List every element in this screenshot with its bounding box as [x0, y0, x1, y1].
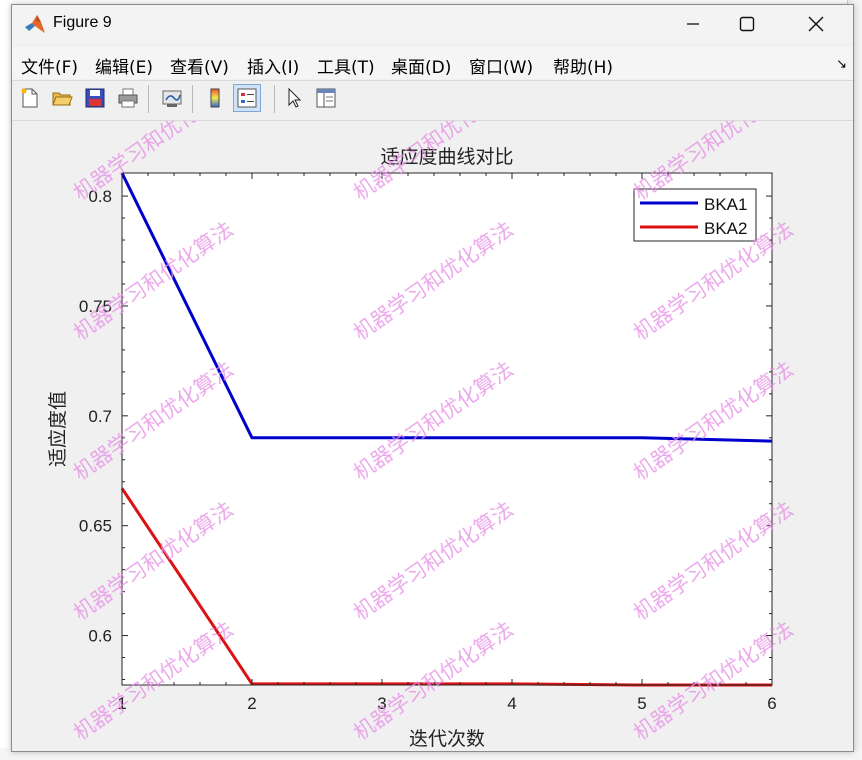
- title-bar[interactable]: Figure 9: [12, 5, 853, 43]
- window-title: Figure 9: [53, 14, 112, 31]
- minimize-button[interactable]: [670, 5, 716, 43]
- toolbar-separator: [148, 85, 149, 113]
- x-tick-label: 6: [767, 694, 776, 713]
- menu-tools[interactable]: 工具(T): [317, 53, 375, 78]
- menu-view[interactable]: 查看(V): [170, 53, 229, 78]
- print-button[interactable]: [114, 84, 142, 112]
- toolbar: [12, 81, 853, 119]
- maximize-icon: [739, 16, 755, 32]
- figure-window: Figure 9 文件(F) 编辑(E) 查看(V) 插入(I) 工具(T) 桌…: [11, 4, 854, 752]
- y-axis-label: 适应度值: [47, 391, 69, 467]
- save-icon: [85, 88, 105, 108]
- close-button[interactable]: [793, 5, 839, 43]
- property-inspector-button[interactable]: [312, 84, 340, 112]
- toolbar-separator: [192, 85, 193, 113]
- print-icon: [118, 88, 138, 108]
- figure-canvas: 1 2 3 4 5 6 0.6 0.65 0.7 0.75 0.8 适应度曲线对比 迭代次数 适应度…: [12, 77, 853, 751]
- new-figure-button[interactable]: [16, 84, 44, 112]
- legend-button[interactable]: [233, 84, 261, 112]
- plot-area: [122, 173, 772, 685]
- y-tick-label: 0.65: [79, 517, 112, 536]
- colorbar-icon: [210, 88, 220, 108]
- pointer-icon: [288, 87, 302, 108]
- open-file-button[interactable]: [48, 84, 76, 112]
- link-plot-button[interactable]: [158, 84, 186, 112]
- dock-arrow-icon[interactable]: ↘: [836, 57, 847, 72]
- menu-file[interactable]: 文件(F): [21, 53, 78, 78]
- save-button[interactable]: [81, 84, 109, 112]
- link-plot-icon: [162, 90, 182, 107]
- y-tick-label: 0.6: [88, 627, 112, 646]
- toolbar-separator: [274, 85, 275, 113]
- menu-desktop[interactable]: 桌面(D): [391, 53, 451, 78]
- menu-edit[interactable]: 编辑(E): [95, 53, 153, 78]
- x-tick-label: 4: [507, 694, 516, 713]
- chart: 1 2 3 4 5 60.60.650.70.750.8 适应度曲线对比 迭代次数 适应度…: [47, 77, 798, 750]
- open-file-icon: [52, 92, 73, 106]
- x-tick-label: 2: [247, 694, 256, 713]
- legend-label-bka2: BKA2: [704, 219, 747, 238]
- y-tick-label: 0.7: [88, 407, 112, 426]
- matlab-logo-icon: [25, 15, 45, 33]
- colorbar-button[interactable]: [201, 84, 229, 112]
- maximize-button[interactable]: [724, 5, 770, 43]
- menu-window[interactable]: 窗口(W): [469, 53, 533, 78]
- pointer-button[interactable]: [280, 84, 308, 112]
- legend-label-bka1: BKA1: [704, 195, 747, 214]
- legend-icon: [237, 88, 257, 108]
- menu-insert[interactable]: 插入(I): [247, 53, 299, 78]
- x-axis-label: 迭代次数: [409, 728, 485, 750]
- menu-bar: 文件(F) 编辑(E) 查看(V) 插入(I) 工具(T) 桌面(D) 窗口(W…: [12, 47, 853, 79]
- property-inspector-icon: [316, 88, 336, 108]
- menu-help[interactable]: 帮助(H): [553, 53, 613, 78]
- close-icon: [808, 16, 824, 32]
- minimize-icon: [687, 23, 699, 25]
- x-tick-label: 5: [637, 694, 646, 713]
- new-figure-icon: [21, 88, 38, 108]
